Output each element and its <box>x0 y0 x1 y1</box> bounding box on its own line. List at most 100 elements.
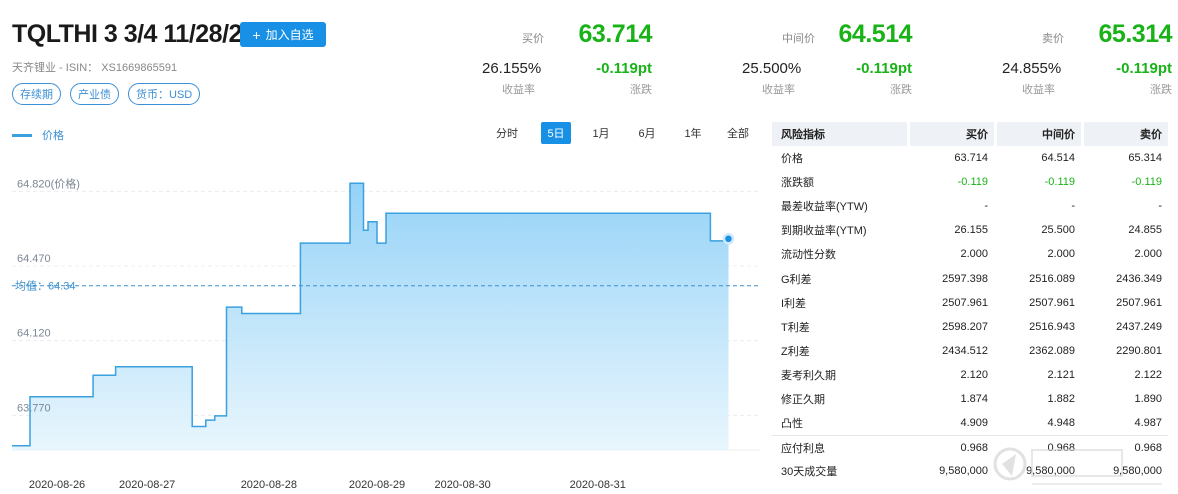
risk-cell-bid: 2597.398 <box>942 272 988 285</box>
price-chart-svg: 64.820(价格) 64.470 64.120 63.770 均值：64.34 20… <box>12 176 760 491</box>
quote-ask-label: 卖价 <box>1042 33 1064 45</box>
add-to-watchlist-button[interactable]: + 加入自选 <box>240 22 326 47</box>
risk-cell-bid: 1.874 <box>960 392 988 405</box>
risk-row-label: I利差 <box>781 297 807 310</box>
quote-mid-yield-label: 收益率 <box>762 84 795 96</box>
risk-cell-bid: 26.155 <box>954 224 988 237</box>
risk-table-header: 风险指标 买价 中间价 卖价 <box>772 122 1168 146</box>
risk-row-label: 凸性 <box>781 418 803 431</box>
risk-row: Z利差 2434.512 2362.089 2290.801 <box>772 339 1168 363</box>
issuer-isin: 天齐锂业 - ISIN： XS1669865591 <box>12 62 178 74</box>
risk-cell-ask: - <box>1158 200 1162 213</box>
range-1m[interactable]: 1月 <box>586 122 616 144</box>
x-tick-label: 2020-08-31 <box>570 479 626 491</box>
risk-row-label: 应付利息 <box>781 442 825 455</box>
risk-cell-mid: 2362.089 <box>1029 344 1075 357</box>
price-chart[interactable]: 64.820(价格) 64.470 64.120 63.770 均值：64.34 20… <box>0 150 765 494</box>
risk-cell-bid: 2.000 <box>960 248 988 261</box>
quote-mid-yield: 25.500% <box>742 60 802 77</box>
tag-status[interactable]: 存续期 <box>12 83 61 105</box>
risk-row: 到期收益率(YTM) 26.155 25.500 24.855 <box>772 218 1168 242</box>
add-to-watchlist-label: 加入自选 <box>265 28 314 42</box>
risk-cell-mid: 2516.089 <box>1029 272 1075 285</box>
risk-row-label: G利差 <box>781 273 812 286</box>
risk-row: 价格 63.714 64.514 65.314 <box>772 146 1168 170</box>
quote-bid-yield-label: 收益率 <box>502 84 535 96</box>
risk-cell-ask: 2290.801 <box>1116 344 1162 357</box>
mean-label: 均值：64.34 <box>15 280 76 293</box>
risk-cell-ask: 1.890 <box>1134 392 1162 405</box>
quote-ask-yield-label: 收益率 <box>1022 84 1055 96</box>
quote-ask: 卖价 65.314 24.855% 收益率 -0.119pt 涨跌 <box>1002 18 1173 100</box>
range-selector: 分时 5日 1月 6月 1年 全部 <box>488 122 756 144</box>
risk-cell-bid: 2598.207 <box>942 320 988 333</box>
risk-cell-mid: 64.514 <box>1041 152 1075 165</box>
risk-cell-mid: 2516.943 <box>1029 320 1075 333</box>
plus-icon: + <box>252 26 261 43</box>
y-tick-label: 64.820(价格) <box>17 176 80 190</box>
risk-cell-bid: 4.909 <box>960 417 988 430</box>
risk-row-label: 流动性分数 <box>781 249 836 262</box>
risk-cell-mid: 4.948 <box>1047 417 1075 430</box>
risk-cell-bid: 0.968 <box>960 441 988 454</box>
chart-legend[interactable]: 价格 <box>12 127 64 143</box>
range-intraday[interactable]: 分时 <box>488 122 526 144</box>
risk-row: 涨跌额 -0.119 -0.119 -0.119 <box>772 170 1168 194</box>
y-tick-label: 63.770 <box>17 402 51 414</box>
risk-row: 凸性 4.909 4.948 4.987 <box>772 411 1168 435</box>
tag-category[interactable]: 产业债 <box>70 83 119 105</box>
x-tick-label: 2020-08-26 <box>29 479 85 491</box>
tag-currency[interactable]: 货币：USD <box>128 83 201 105</box>
range-1y[interactable]: 1年 <box>678 122 708 144</box>
risk-cell-mid: 2507.961 <box>1029 296 1075 309</box>
quote-mid: 中间价 64.514 25.500% 收益率 -0.119pt 涨跌 <box>742 18 913 100</box>
risk-cell-mid: 2.121 <box>1047 368 1075 381</box>
y-tick-label: 64.120 <box>17 328 51 340</box>
risk-cell-bid: 2507.961 <box>942 296 988 309</box>
risk-row-label: Z利差 <box>781 345 810 358</box>
risk-row: T利差 2598.207 2516.943 2437.249 <box>772 315 1168 339</box>
risk-row: G利差 2597.398 2516.089 2436.349 <box>772 266 1168 290</box>
risk-row: I利差 2507.961 2507.961 2507.961 <box>772 291 1168 315</box>
quote-bid-label: 买价 <box>522 33 544 45</box>
duration-finance-watermark-logo <box>993 447 1162 485</box>
risk-cell-mid: -0.119 <box>1044 176 1075 189</box>
risk-row: 修正久期 1.874 1.882 1.890 <box>772 387 1168 411</box>
risk-cell-ask: 4.987 <box>1134 417 1162 430</box>
quote-ask-yield: 24.855% <box>1002 60 1062 77</box>
bond-title: TQLTHI 3 3/4 11/28/22 <box>12 20 256 48</box>
risk-cell-ask: 65.314 <box>1128 152 1162 165</box>
x-tick-label: 2020-08-28 <box>241 479 297 491</box>
quote-bid: 买价 63.714 26.155% 收益率 -0.119pt 涨跌 <box>482 18 653 100</box>
quote-bid-yield: 26.155% <box>482 60 542 77</box>
risk-row-label: 价格 <box>781 153 803 166</box>
legend-swatch <box>12 133 32 137</box>
bond-tags: 存续期 产业债 货币：USD <box>12 83 201 105</box>
range-all[interactable]: 全部 <box>720 122 756 144</box>
risk-cell-mid: 1.882 <box>1047 392 1075 405</box>
x-tick-label: 2020-08-29 <box>349 479 405 491</box>
risk-row-label: 修正久期 <box>781 393 825 406</box>
risk-row-label: 30天成交量 <box>781 466 838 479</box>
risk-row: 麦考利久期 2.120 2.121 2.122 <box>772 363 1168 387</box>
risk-cell-ask: 2437.249 <box>1116 320 1162 333</box>
col-indicator: 风险指标 <box>772 122 907 146</box>
risk-cell-ask: -0.119 <box>1131 176 1162 189</box>
risk-cell-bid: 2.120 <box>960 368 988 381</box>
y-tick-label: 64.470 <box>17 253 51 265</box>
risk-table-body: 价格 63.714 64.514 65.314 涨跌额 -0.119 -0.119 -0.11… <box>772 146 1168 483</box>
range-5d[interactable]: 5日 <box>541 122 571 144</box>
risk-cell-ask: 2436.349 <box>1116 272 1162 285</box>
last-price-dot[interactable] <box>722 233 735 245</box>
range-6m[interactable]: 6月 <box>632 122 662 144</box>
quote-ask-change: -0.119pt <box>1116 60 1172 77</box>
risk-cell-mid: 25.500 <box>1041 224 1075 237</box>
quote-bid-change: -0.119pt <box>596 60 652 77</box>
col-ask: 卖价 <box>1084 122 1168 146</box>
risk-cell-ask: 2.122 <box>1134 368 1162 381</box>
risk-row: 最差收益率(YTW) - - - <box>772 194 1168 218</box>
risk-cell-ask: 24.855 <box>1128 224 1162 237</box>
risk-row-label: 最差收益率(YTW) <box>781 201 868 214</box>
risk-table: 风险指标 买价 中间价 卖价 价格 63.714 64.514 65.314 涨跌额 -0… <box>772 122 1168 483</box>
quote-mid-price: 64.514 <box>838 20 913 48</box>
